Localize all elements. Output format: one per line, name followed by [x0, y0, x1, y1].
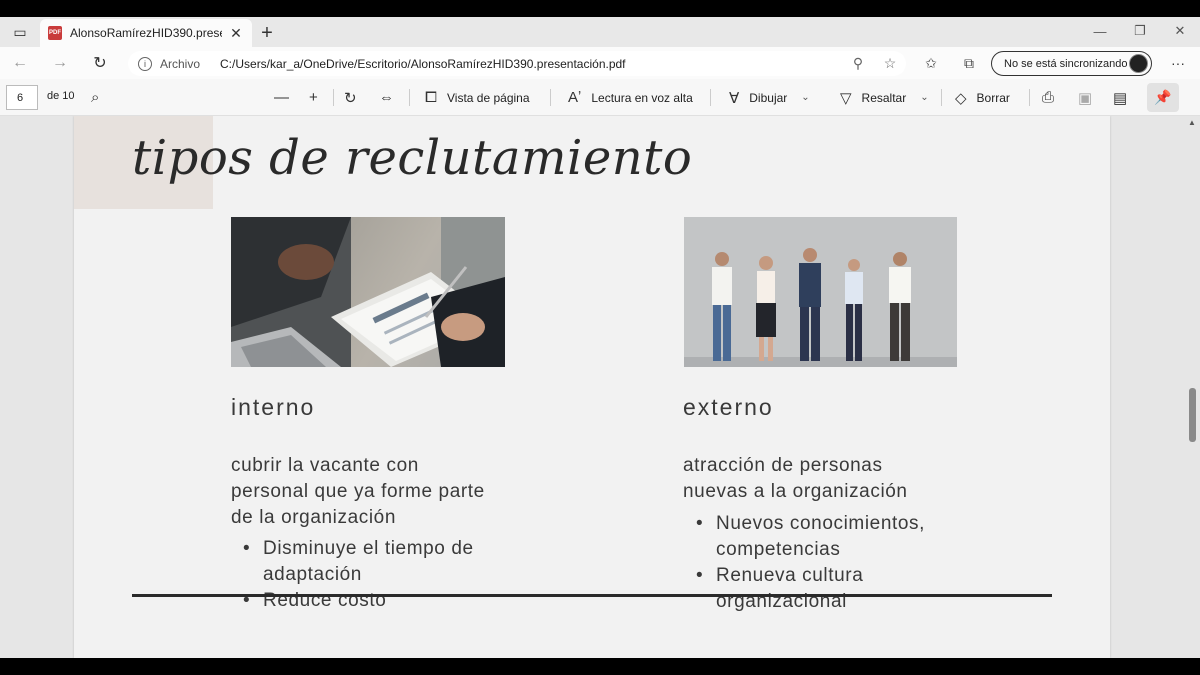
more-icon[interactable]: ···	[1160, 47, 1196, 79]
tab-title: AlonsoRamírezHID390.presentac	[70, 26, 222, 40]
window-controls: — ❐ ✕	[1080, 17, 1200, 47]
separator	[710, 89, 711, 106]
erase-button[interactable]: ◇ Borrar	[955, 79, 1010, 116]
description-line: atracción de personas	[683, 455, 883, 476]
slide-title: tipos de reclutamiento	[132, 130, 693, 186]
description-line: personal que ya forme parte	[231, 481, 485, 502]
pdf-icon: PDF	[48, 26, 62, 40]
refresh-icon[interactable]: ↻	[80, 47, 120, 79]
highlight-label: Resaltar	[861, 90, 907, 105]
forward-icon[interactable]: →	[40, 47, 80, 79]
pdf-toolbar: 6 de 10 ⌕ — + ↻ ⇔ ⧠ Vista de página A͏ʼ …	[0, 79, 1200, 116]
search-icon[interactable]: ⌕	[91, 79, 109, 116]
info-icon[interactable]: i	[138, 56, 152, 71]
separator	[1029, 89, 1030, 106]
fit-icon[interactable]: ⇔	[379, 79, 404, 116]
favorites-icon[interactable]: ✩	[912, 55, 950, 72]
draw-button[interactable]: ∀ Dibujar ⌄	[729, 79, 810, 116]
window-close-icon[interactable]: ✕	[1160, 17, 1200, 45]
address-bar: ← → ↻ i Archivo C:/Users/kar_a/OneDrive/…	[0, 47, 1200, 79]
chevron-down-icon[interactable]: ⌄	[801, 92, 809, 103]
bullet-item: Disminuye el tiempo de adaptación	[231, 536, 474, 588]
pdf-viewer[interactable]: tipos de reclutamiento interno cubrir la…	[0, 116, 1200, 658]
interview-photo	[231, 217, 505, 367]
pdf-page: tipos de reclutamiento interno cubrir la…	[74, 116, 1110, 658]
separator	[333, 89, 334, 106]
draw-label: Dibujar	[749, 90, 788, 105]
sync-button[interactable]: No se está sincronizando	[991, 51, 1152, 76]
description-line: nuevas a la organización	[683, 481, 908, 502]
url-label: Archivo	[160, 56, 201, 71]
page-number-input[interactable]: 6	[6, 85, 38, 110]
back-icon[interactable]: ←	[0, 47, 40, 79]
bullet-line: Nuevos conocimientos,	[716, 513, 926, 534]
draw-icon: ∀	[729, 89, 740, 107]
url-text[interactable]: C:/Users/kar_a/OneDrive/Escritorio/Alons…	[220, 57, 842, 71]
bullet-line: Renueva cultura	[716, 565, 864, 586]
highlight-button[interactable]: ▽ Resaltar ⌄	[840, 79, 929, 116]
browser-window: ▭ PDF AlonsoRamírezHID390.presentac ✕ + …	[0, 17, 1200, 658]
favorite-add-icon[interactable]: ☆	[874, 55, 906, 72]
window-icon[interactable]: ▭	[0, 17, 40, 47]
interview-illustration	[231, 217, 505, 367]
description-line: cubrir la vacante con	[231, 455, 419, 476]
print-icon[interactable]: ⎙	[1042, 79, 1064, 116]
sync-label: No se está sincronizando	[1004, 57, 1128, 70]
rotate-icon[interactable]: ↻	[344, 79, 367, 116]
chevron-down-icon[interactable]: ⌄	[920, 92, 928, 103]
candidates-illustration	[684, 217, 957, 367]
address-actions: ✩ ⧉	[912, 47, 988, 79]
bullet-item: Renueva cultura organizacional	[684, 563, 925, 615]
avatar[interactable]	[1129, 54, 1148, 73]
url-field[interactable]: i Archivo C:/Users/kar_a/OneDrive/Escrit…	[128, 51, 906, 76]
browser-tab[interactable]: PDF AlonsoRamírezHID390.presentac ✕	[40, 19, 252, 47]
bullet-item: Reduce costo	[231, 588, 474, 614]
pin-icon[interactable]: 📌	[1147, 83, 1179, 112]
collections-icon[interactable]: ⧉	[950, 55, 988, 72]
internal-heading: interno	[231, 394, 316, 420]
internal-description: cubrir la vacante con personal que ya fo…	[231, 453, 485, 531]
zoom-icon[interactable]: ⚲	[842, 55, 874, 72]
internal-bullets: Disminuye el tiempo de adaptación Reduce…	[231, 536, 474, 614]
read-aloud-label: Lectura en voz alta	[591, 90, 693, 105]
scroll-up-icon[interactable]: ▲	[1188, 118, 1196, 127]
restore-icon[interactable]: ❐	[1120, 17, 1160, 45]
page-view-icon: ⧠	[425, 89, 438, 106]
scroll-thumb[interactable]	[1189, 388, 1196, 442]
erase-label: Borrar	[976, 90, 1010, 105]
description-line: de la organización	[231, 507, 397, 528]
highlight-icon: ▽	[840, 89, 852, 107]
bottom-rule	[132, 594, 1052, 597]
minus-icon[interactable]: —	[274, 79, 299, 116]
read-aloud-icon: A͏ʼ	[568, 89, 582, 106]
bullet-line: organizacional	[716, 591, 847, 612]
eraser-icon: ◇	[955, 89, 967, 107]
vertical-scrollbar[interactable]: ▲	[1185, 116, 1200, 658]
plus-icon[interactable]: +	[309, 79, 328, 116]
separator	[941, 89, 942, 106]
separator	[409, 89, 410, 106]
close-icon[interactable]: ✕	[228, 25, 244, 42]
external-description: atracción de personas nuevas a la organi…	[683, 453, 908, 505]
bullet-line: Disminuye el tiempo de	[263, 538, 474, 559]
read-aloud-button[interactable]: A͏ʼ Lectura en voz alta	[568, 79, 693, 116]
candidates-photo	[684, 217, 957, 367]
bullet-line: Reduce costo	[263, 590, 387, 611]
new-tab-icon[interactable]: +	[252, 19, 282, 47]
page-view-button[interactable]: ⧠ Vista de página	[425, 79, 530, 116]
save-icon[interactable]: ▣	[1078, 79, 1102, 116]
external-heading: externo	[683, 394, 774, 420]
bullet-line: adaptación	[263, 564, 362, 585]
tab-bar: ▭ PDF AlonsoRamírezHID390.presentac ✕ + …	[0, 17, 1200, 47]
minimize-icon[interactable]: —	[1080, 17, 1120, 45]
bullet-item: Nuevos conocimientos, competencias	[684, 511, 925, 563]
external-bullets: Nuevos conocimientos, competencias Renue…	[684, 511, 925, 615]
page-count: de 10	[47, 90, 75, 102]
separator	[550, 89, 551, 106]
page-view-label: Vista de página	[447, 90, 530, 105]
bullet-line: competencias	[716, 539, 841, 560]
save-as-icon[interactable]: ▤	[1113, 79, 1137, 116]
